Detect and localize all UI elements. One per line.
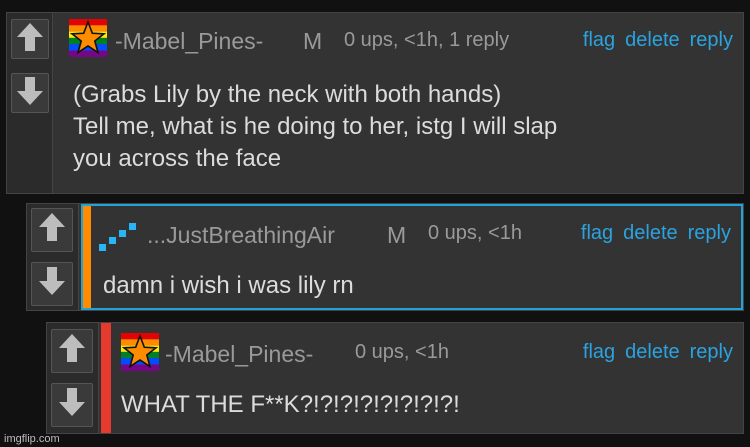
downvote-button[interactable] xyxy=(31,262,73,306)
username-link[interactable]: -Mabel_Pines- xyxy=(115,28,263,55)
down-arrow-icon xyxy=(59,388,85,416)
reply-link[interactable]: reply xyxy=(688,222,731,244)
delete-link[interactable]: delete xyxy=(625,29,680,51)
reply-link[interactable]: reply xyxy=(690,341,733,363)
comment-body: ...JustBreathingAir M 0 ups, <1h flag del… xyxy=(81,204,743,310)
mod-badge: M xyxy=(387,222,407,248)
downvote-button[interactable] xyxy=(11,73,49,113)
comment-meta: 0 ups, <1h xyxy=(428,222,522,244)
reply-link[interactable]: reply xyxy=(690,29,733,51)
down-arrow-icon xyxy=(39,267,65,295)
comment-header: -Mabel_Pines- M 0 ups, <1h, 1 reply flag… xyxy=(63,13,743,57)
comment-actions: flag delete reply xyxy=(573,341,733,364)
vote-column xyxy=(47,323,99,433)
comment-meta: 0 ups, <1h, 1 reply xyxy=(344,29,510,51)
comment-2: ...JustBreathingAir M 0 ups, <1h flag del… xyxy=(26,203,744,311)
comment-body: -Mabel_Pines- 0 ups, <1h flag delete reply… xyxy=(101,323,743,433)
comment-header: -Mabel_Pines- 0 ups, <1h flag delete reply xyxy=(101,323,743,371)
comment-meta: 0 ups, <1h xyxy=(355,341,449,363)
rainbow-star-icon[interactable] xyxy=(69,19,107,57)
comment-text: (Grabs Lily by the neck with both hands)… xyxy=(73,81,558,172)
comment-text: damn i wish i was lily rn xyxy=(103,272,354,299)
up-arrow-icon xyxy=(39,213,65,241)
mod-badge: M xyxy=(303,28,323,54)
upvote-button[interactable] xyxy=(11,19,49,59)
delete-link[interactable]: delete xyxy=(625,341,680,363)
comment-header: ...JustBreathingAir M 0 ups, <1h flag del… xyxy=(83,206,741,251)
comment-3: -Mabel_Pines- 0 ups, <1h flag delete reply… xyxy=(46,322,744,434)
up-arrow-icon xyxy=(17,23,43,51)
downvote-button[interactable] xyxy=(51,383,93,427)
comment-body: -Mabel_Pines- M 0 ups, <1h, 1 reply flag… xyxy=(63,13,743,193)
comment-1: -Mabel_Pines- M 0 ups, <1h, 1 reply flag… xyxy=(6,12,744,194)
flag-link[interactable]: flag xyxy=(583,29,615,51)
comment-actions: flag delete reply xyxy=(571,222,731,245)
flag-link[interactable]: flag xyxy=(581,222,613,244)
watermark: imgflip.com xyxy=(4,433,60,445)
vote-column xyxy=(27,204,79,310)
username-link[interactable]: -Mabel_Pines- xyxy=(165,341,313,368)
flag-link[interactable]: flag xyxy=(583,341,615,363)
delete-link[interactable]: delete xyxy=(623,222,678,244)
upvote-button[interactable] xyxy=(51,329,93,373)
comment-actions: flag delete reply xyxy=(573,29,733,52)
upvote-button[interactable] xyxy=(31,208,73,252)
username-link[interactable]: ...JustBreathingAir xyxy=(147,222,335,249)
rainbow-star-icon[interactable] xyxy=(121,333,159,371)
down-arrow-icon xyxy=(17,77,43,105)
page: { "colors": { "link": "#2aa3e0", "reply_… xyxy=(0,0,750,447)
up-arrow-icon xyxy=(59,334,85,362)
comment-text: WHAT THE F**K?!?!?!?!?!?!?!?! xyxy=(121,391,460,418)
blue-steps-icon[interactable] xyxy=(99,216,139,252)
vote-column xyxy=(7,13,53,193)
